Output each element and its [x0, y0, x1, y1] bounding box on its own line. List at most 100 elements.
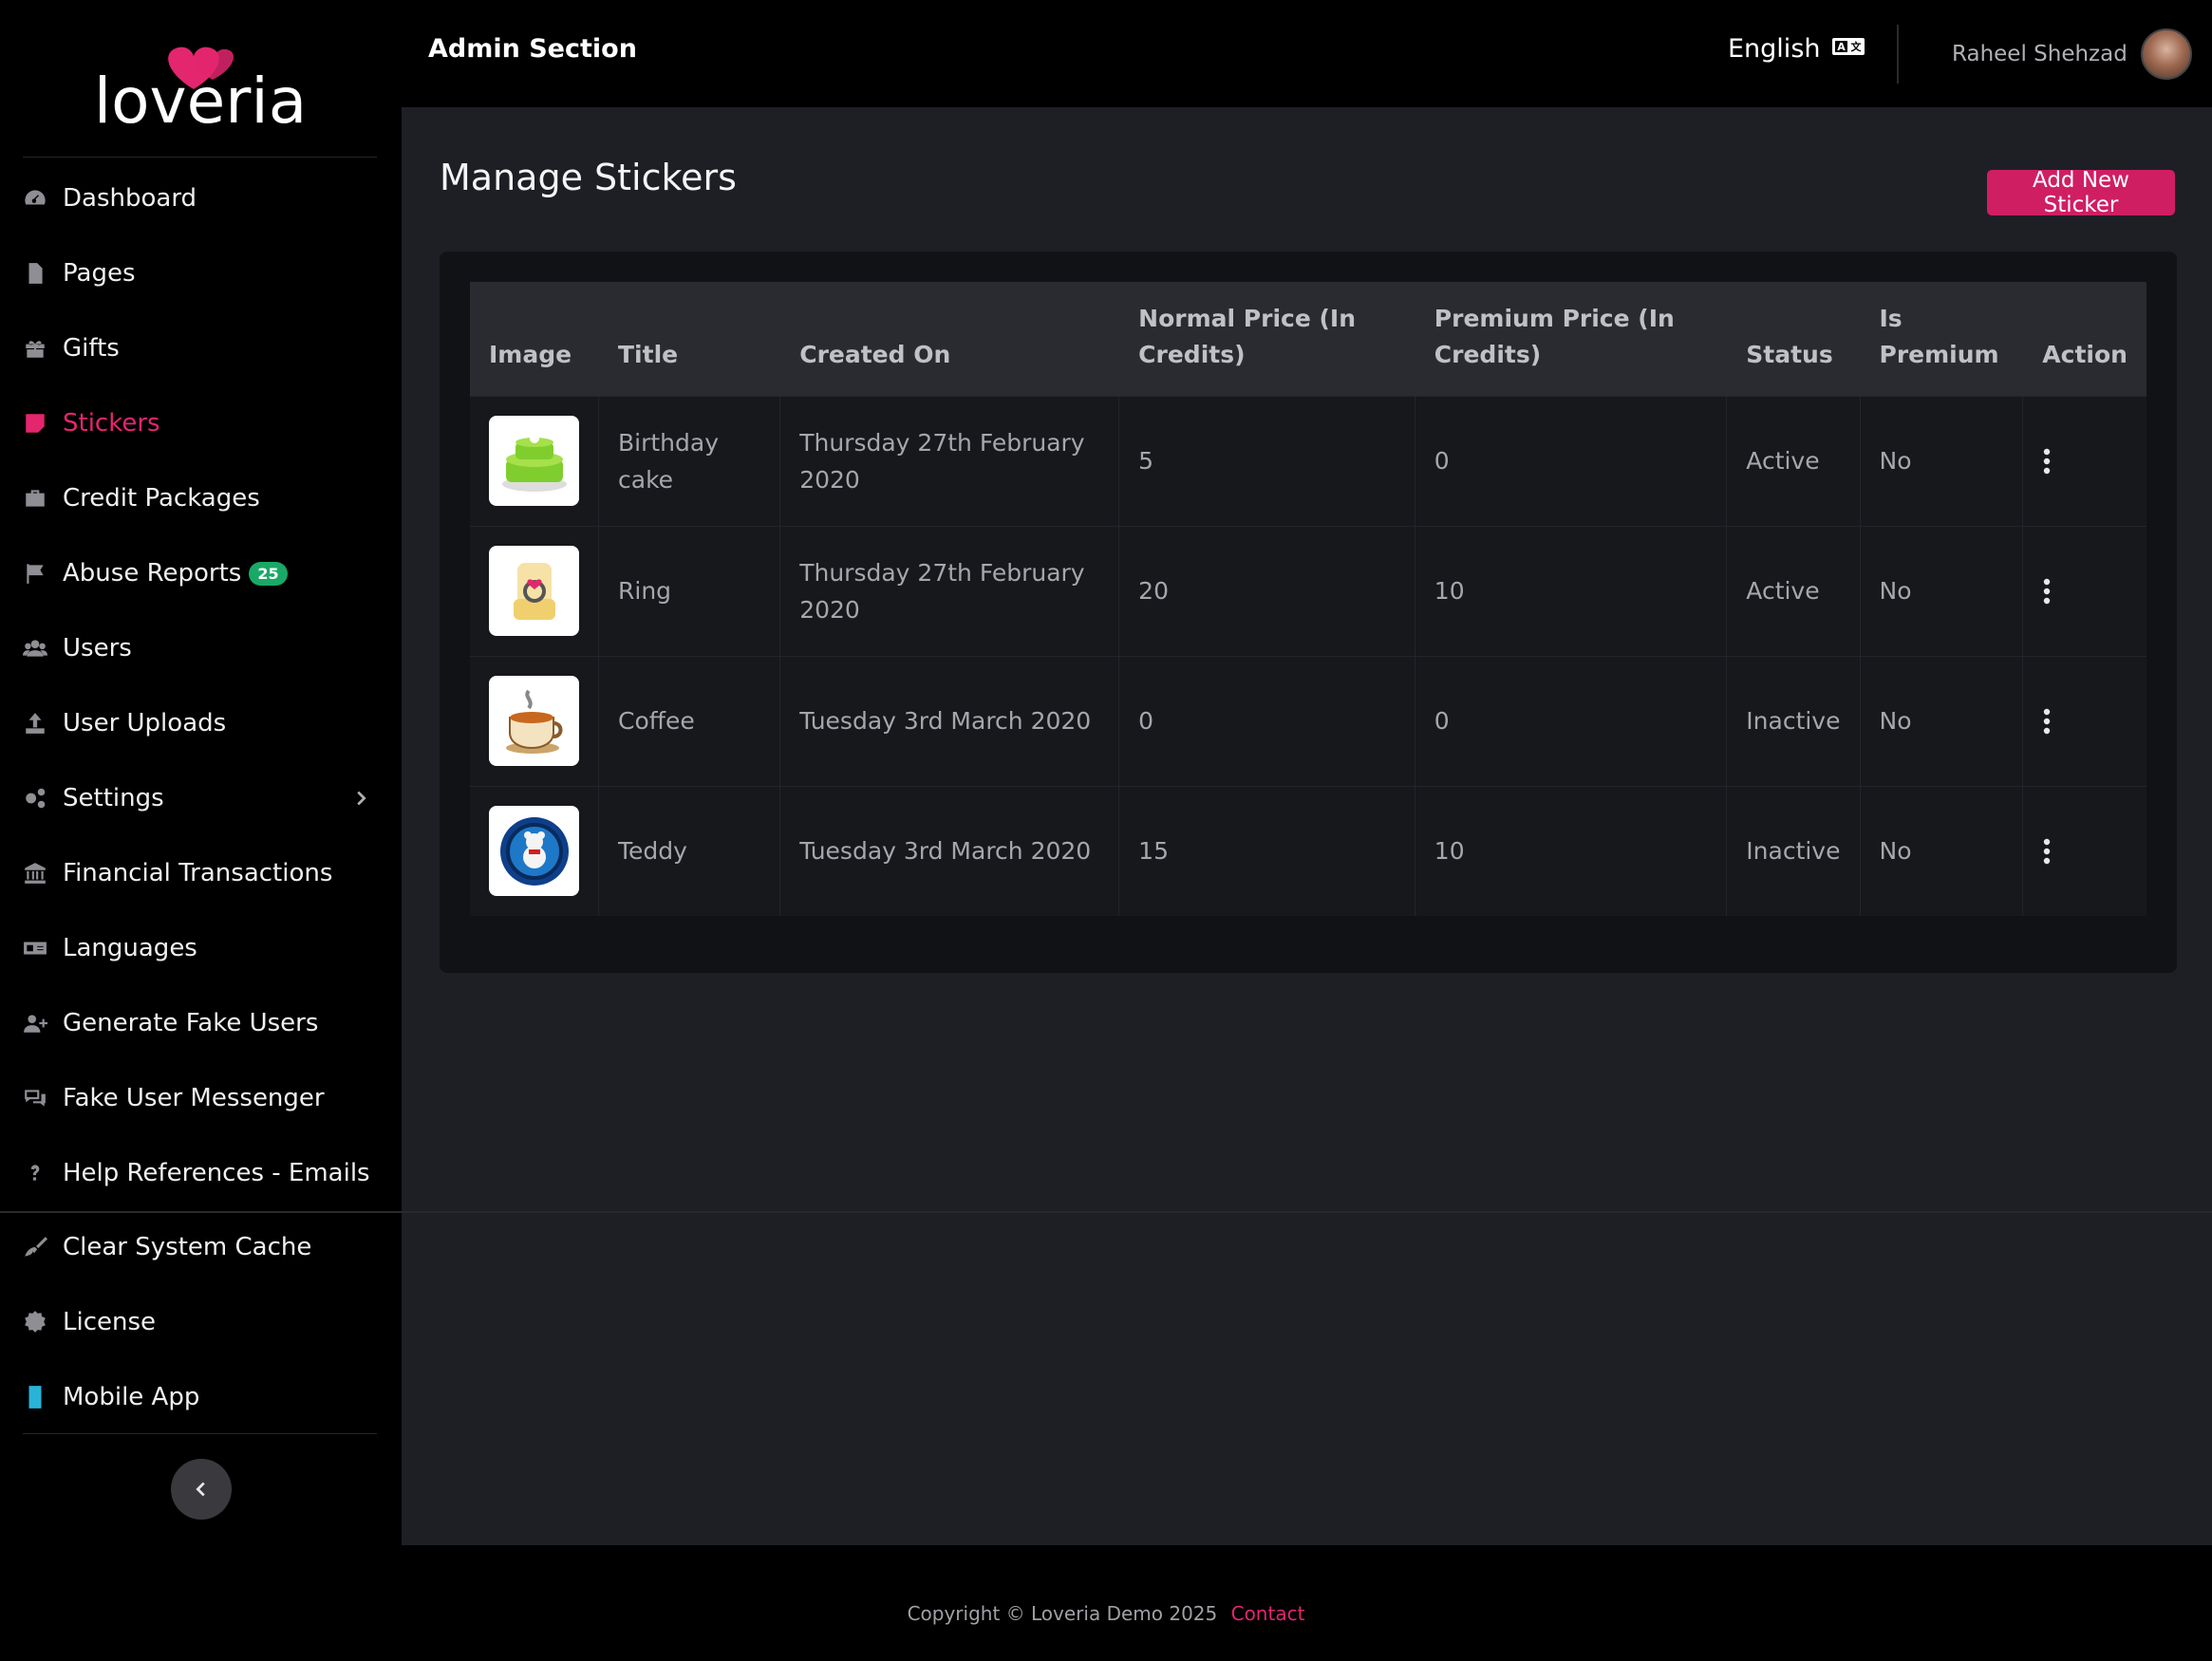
- sticker-title: Ring: [598, 525, 781, 656]
- sidebar-item-label: Users: [63, 634, 132, 663]
- table-row: Birthday cake Thursday 27th February 202…: [470, 395, 2146, 526]
- question-icon: [23, 1161, 63, 1185]
- sticker-created-on: Tuesday 3rd March 2020: [779, 785, 1120, 916]
- sidebar-item-label: Fake User Messenger: [63, 1084, 325, 1112]
- language-label: English: [1728, 34, 1821, 64]
- sticker-created-on: Tuesday 3rd March 2020: [779, 655, 1120, 786]
- sidebar-item-label: License: [63, 1308, 157, 1336]
- bank-icon: [23, 861, 63, 886]
- page-title: Manage Stickers: [440, 157, 737, 198]
- table-row: Teddy Tuesday 3rd March 2020 15 10 Inact…: [470, 785, 2146, 916]
- certificate-icon: [23, 1310, 63, 1334]
- gears-icon: [23, 786, 63, 811]
- brand-logo[interactable]: loveria: [23, 23, 379, 156]
- chevron-left-icon: [196, 1482, 205, 1497]
- sidebar-item-stickers[interactable]: Stickers: [23, 400, 379, 447]
- sidebar-item-label: Languages: [63, 934, 197, 962]
- sticker-normal-price: 20: [1118, 525, 1415, 656]
- user-name: Raheel Shehzad: [1952, 42, 2128, 66]
- vertical-dots-icon: [2044, 838, 2051, 864]
- svg-text:文: 文: [1850, 40, 1862, 53]
- sticker-is-premium: No: [1860, 395, 2024, 526]
- sidebar-item-help-references-emails[interactable]: Help References - Emails: [23, 1149, 379, 1197]
- sidebar-collapse-button[interactable]: [171, 1459, 232, 1520]
- user-menu[interactable]: Raheel Shehzad: [1952, 28, 2192, 80]
- sidebar-item-pages[interactable]: Pages: [23, 250, 379, 297]
- sidebar-item-user-uploads[interactable]: User Uploads: [23, 700, 379, 747]
- row-actions-menu[interactable]: [2022, 655, 2146, 786]
- comments-icon: [23, 1086, 63, 1110]
- stickers-table: Image Title Created On Normal Price (In …: [470, 282, 2146, 916]
- table-header-row: Image Title Created On Normal Price (In …: [470, 282, 2146, 396]
- speedometer-icon: [23, 186, 63, 211]
- vertical-dots-icon: [2044, 448, 2051, 474]
- sidebar: loveria Dashboard Pages Gifts Stickers C…: [0, 0, 402, 1545]
- vertical-dots-icon: [2044, 578, 2051, 604]
- mobile-icon: [23, 1385, 63, 1409]
- sidebar-item-users[interactable]: Users: [23, 625, 379, 672]
- brand-name: loveria: [94, 65, 307, 138]
- sidebar-item-label: Clear System Cache: [63, 1233, 312, 1261]
- sidebar-item-label: Generate Fake Users: [63, 1009, 319, 1037]
- coffee-sticker-image: [489, 676, 579, 766]
- sidebar-item-dashboard[interactable]: Dashboard: [23, 175, 379, 222]
- birthday-cake-sticker-image: [489, 416, 579, 506]
- sticker-is-premium: No: [1860, 525, 2024, 656]
- sticker-is-premium: No: [1860, 655, 2024, 786]
- sidebar-item-label: Gifts: [63, 334, 120, 363]
- sidebar-item-settings[interactable]: Settings: [23, 775, 379, 822]
- sidebar-item-fake-user-messenger[interactable]: Fake User Messenger: [23, 1074, 379, 1122]
- sticker-is-premium: No: [1860, 785, 2024, 916]
- stickers-card: Image Title Created On Normal Price (In …: [440, 252, 2177, 973]
- column-header-title[interactable]: Title: [598, 282, 781, 396]
- broom-icon: [23, 1235, 63, 1260]
- sidebar-item-label: User Uploads: [63, 709, 227, 737]
- sticker-status: Active: [1726, 525, 1861, 656]
- copyright-text: Copyright © Loveria Demo 2025: [907, 1602, 1218, 1625]
- table-row: Coffee Tuesday 3rd March 2020 0 0 Inacti…: [470, 655, 2146, 786]
- language-selector[interactable]: English A文: [1728, 34, 1865, 64]
- sticker-status: Active: [1726, 395, 1861, 526]
- users-icon: [23, 636, 63, 661]
- sidebar-item-mobile-app[interactable]: Mobile App: [23, 1373, 379, 1421]
- sticker-normal-price: 5: [1118, 395, 1415, 526]
- sticker-premium-price: 0: [1415, 395, 1728, 526]
- column-header-premium-price[interactable]: Premium Price (In Credits): [1415, 282, 1728, 396]
- svg-text:A: A: [1837, 41, 1846, 53]
- avatar: [2140, 28, 2192, 80]
- sidebar-item-financial-transactions[interactable]: Financial Transactions: [23, 849, 379, 897]
- column-header-status[interactable]: Status: [1726, 282, 1861, 396]
- sidebar-item-clear-system-cache[interactable]: Clear System Cache: [23, 1223, 379, 1271]
- sidebar-item-label: Help References - Emails: [63, 1159, 370, 1187]
- sidebar-item-label: Settings: [63, 784, 164, 812]
- footer: Copyright © Loveria Demo 2025 Contact: [0, 1545, 2212, 1661]
- row-actions-menu[interactable]: [2022, 395, 2146, 526]
- sticker-title: Coffee: [598, 655, 781, 786]
- main-content: Manage Stickers Add New Sticker Image Ti…: [402, 107, 2212, 1545]
- sidebar-item-languages[interactable]: Languages: [23, 924, 379, 972]
- briefcase-icon: [23, 486, 63, 511]
- sticker-normal-price: 0: [1118, 655, 1415, 786]
- sidebar-item-abuse-reports[interactable]: Abuse Reports 25: [23, 550, 379, 597]
- contact-link[interactable]: Contact: [1231, 1602, 1305, 1625]
- sticker-created-on: Thursday 27th February 2020: [779, 395, 1120, 526]
- sidebar-item-gifts[interactable]: Gifts: [23, 325, 379, 372]
- column-header-is-premium[interactable]: Is Premium: [1860, 282, 2024, 396]
- sidebar-item-generate-fake-users[interactable]: Generate Fake Users: [23, 999, 379, 1047]
- sticker-created-on: Thursday 27th February 2020: [779, 525, 1120, 656]
- language-icon: [23, 936, 63, 961]
- user-plus-icon: [23, 1011, 63, 1036]
- row-actions-menu[interactable]: [2022, 785, 2146, 916]
- chevron-right-icon: [350, 787, 371, 815]
- row-actions-menu[interactable]: [2022, 525, 2146, 656]
- column-header-image[interactable]: Image: [470, 282, 599, 396]
- add-new-sticker-button[interactable]: Add New Sticker: [1987, 168, 2175, 217]
- sidebar-item-license[interactable]: License: [23, 1298, 379, 1346]
- column-header-created-on[interactable]: Created On: [779, 282, 1120, 396]
- column-header-action: Action: [2042, 340, 2128, 368]
- sidebar-item-credit-packages[interactable]: Credit Packages: [23, 475, 379, 522]
- column-header-normal-price[interactable]: Normal Price (In Credits): [1118, 282, 1415, 396]
- header-title: Admin Section: [428, 34, 637, 64]
- top-header: Admin Section English A文 Raheel Shehzad: [402, 0, 2212, 107]
- sticker-premium-price: 10: [1415, 525, 1728, 656]
